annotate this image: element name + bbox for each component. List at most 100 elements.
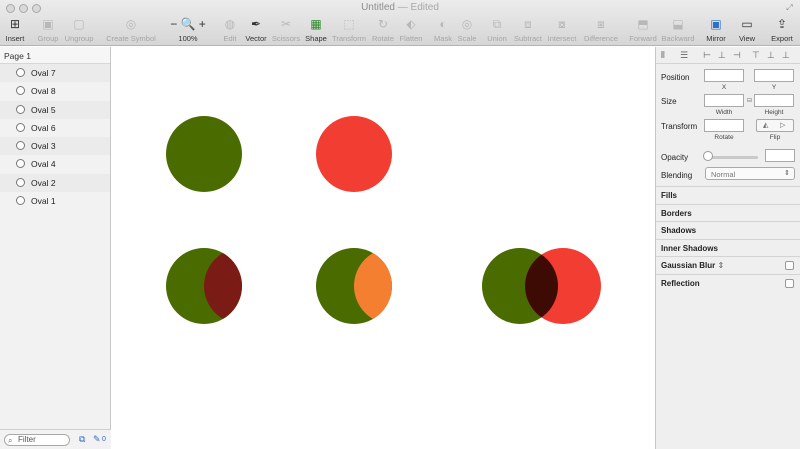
- toolbar-ungroup-button[interactable]: ▢ Ungroup: [54, 17, 104, 45]
- layer-row[interactable]: Oval 3: [0, 137, 110, 156]
- oval-layer-icon: [16, 196, 25, 206]
- oval-layer-icon: [16, 177, 25, 187]
- opacity-label: Opacity: [661, 153, 689, 162]
- x-input[interactable]: [704, 69, 744, 82]
- section-gaussian-blur[interactable]: Gaussian Blur ⇕: [656, 256, 800, 274]
- ungroup-icon: ▢: [73, 17, 85, 31]
- width-input[interactable]: [704, 94, 744, 107]
- blur-type-arrow-icon[interactable]: ⇕: [715, 261, 724, 270]
- section-enable-checkbox[interactable]: [785, 279, 794, 288]
- layer-list: Oval 7 Oval 8 Oval 5 Oval 6 Oval 3 Oval 4 Oval…: [0, 64, 110, 211]
- x-label: X: [721, 84, 727, 91]
- oval-layer-icon: [16, 68, 25, 77]
- section-fills[interactable]: Fills: [656, 186, 800, 204]
- layer-name: Oval 2: [31, 177, 56, 188]
- toolbar-label: Ungroup: [64, 34, 94, 43]
- sketch-window: Untitled — Edited ⤢ ⊞ Insert ▣ Group ▢ Ungrou…: [0, 0, 800, 449]
- layer-name: Oval 6: [31, 122, 56, 133]
- canvas[interactable]: [112, 47, 655, 449]
- layer-row[interactable]: Oval 2: [0, 173, 110, 193]
- blending-select[interactable]: Normal ⇕: [705, 167, 795, 180]
- toolbar-export-button[interactable]: ⇪ Export: [757, 17, 800, 45]
- oval-red-top[interactable]: [316, 116, 392, 192]
- section-title: Borders: [661, 209, 692, 218]
- blending-value: Normal: [711, 170, 736, 179]
- align-right-icon[interactable]: ⊣: [733, 50, 741, 61]
- section-borders[interactable]: Borders: [656, 204, 800, 222]
- filter-input[interactable]: ⌕ Filter: [4, 434, 70, 446]
- y-label: Y: [771, 84, 777, 91]
- add-page-icon[interactable]: ⧉: [79, 434, 85, 445]
- oval-layer-icon: [16, 86, 25, 96]
- search-icon: ⌕: [8, 436, 13, 445]
- section-title: Inner Shadows: [661, 244, 718, 253]
- y-input[interactable]: [754, 69, 794, 82]
- layer-row[interactable]: Oval 5: [0, 100, 110, 119]
- toolbar-create-symbol-button[interactable]: ◎ Create Symbol: [106, 17, 156, 45]
- flip-horizontal-icon[interactable]: ◭: [763, 121, 768, 129]
- layer-name: Oval 1: [31, 196, 56, 207]
- position-label: Position: [661, 73, 690, 82]
- flip-label: Flip: [769, 134, 781, 141]
- align-top-icon[interactable]: ⊤: [752, 50, 760, 61]
- layer-row[interactable]: Oval 6: [0, 118, 110, 138]
- align-left-icon[interactable]: ⊢: [703, 50, 711, 61]
- fullscreen-icon[interactable]: ⤢: [785, 3, 794, 12]
- width-label: Width: [715, 109, 733, 116]
- overlap-orange[interactable]: [354, 248, 430, 324]
- filter-placeholder: Filter: [18, 435, 36, 444]
- section-title: Shadows: [661, 226, 697, 235]
- oval-layer-icon: [16, 141, 25, 151]
- oval-layer-icon: [16, 159, 25, 169]
- layers-panel: Page 1 Oval 7 Oval 8 Oval 5 Oval 6 Oval 3 Ova…: [0, 47, 111, 449]
- layer-row[interactable]: Oval 4: [0, 155, 110, 174]
- section-shadows[interactable]: Shadows: [656, 221, 800, 239]
- section-reflection[interactable]: Reflection: [656, 274, 800, 292]
- page-selector[interactable]: Page 1: [0, 47, 110, 64]
- align-center-icon[interactable]: ⊥: [718, 50, 726, 61]
- oval-green-top[interactable]: [166, 116, 242, 192]
- layer-row[interactable]: Oval 8: [0, 82, 110, 101]
- section-title: Fills: [661, 191, 678, 200]
- edited-layers-count: 0: [102, 436, 106, 443]
- lock-ratio-icon[interactable]: ⊟: [747, 97, 752, 104]
- transform-label: Transform: [661, 122, 698, 131]
- alignment-bar: ⫴ ☰ ⊢ ⊥ ⊣ ⊤ ⊥ ⊥: [656, 47, 800, 64]
- layer-name: Oval 4: [31, 159, 56, 170]
- align-middle-icon[interactable]: ⊥: [767, 50, 775, 61]
- flip-buttons: ◭ ▷: [756, 119, 794, 132]
- blending-label: Blending: [661, 171, 693, 180]
- window-title: Untitled — Edited: [0, 2, 800, 13]
- section-enable-checkbox[interactable]: [785, 261, 794, 270]
- edited-layers-icon[interactable]: ✎: [93, 434, 101, 445]
- artboard-drawing: [166, 116, 601, 324]
- layer-row[interactable]: Oval 7: [0, 64, 110, 83]
- overlap-dark-red[interactable]: [204, 248, 280, 324]
- section-inner-shadows[interactable]: Inner Shadows: [656, 239, 800, 257]
- oval-layer-icon: [16, 104, 25, 114]
- rotate-input[interactable]: [704, 119, 744, 132]
- export-icon: ⇪: [776, 17, 788, 31]
- layer-name: Oval 5: [31, 104, 56, 115]
- opacity-slider-knob[interactable]: [703, 151, 713, 161]
- layer-name: Oval 8: [31, 86, 56, 97]
- align-bottom-icon[interactable]: ⊥: [782, 50, 790, 61]
- layer-row[interactable]: Oval 1: [0, 192, 110, 211]
- updown-arrow-icon: ⇕: [784, 170, 790, 177]
- opacity-input[interactable]: [765, 149, 795, 162]
- oval-layer-icon: [16, 122, 25, 132]
- inspector-panel: ⫴ ☰ ⊢ ⊥ ⊣ ⊤ ⊥ ⊥ Position X Y Size ⊟ Widt…: [655, 47, 800, 449]
- opacity-slider[interactable]: [706, 156, 758, 159]
- distribute-vertical-icon[interactable]: ☰: [680, 50, 688, 61]
- height-input[interactable]: [754, 94, 794, 107]
- size-label: Size: [661, 97, 677, 106]
- height-label: Height: [764, 109, 784, 116]
- document-name: Untitled: [361, 2, 395, 13]
- toolbar-label: Create Symbol: [106, 34, 156, 43]
- layer-name: Oval 7: [31, 68, 56, 78]
- section-title: Reflection: [661, 279, 700, 288]
- distribute-horizontal-icon[interactable]: ⫴: [661, 50, 665, 61]
- flip-vertical-icon[interactable]: ▷: [780, 121, 785, 129]
- symbol-icon: ◎: [125, 17, 137, 31]
- layers-footer: ⌕ Filter ⧉ ✎ 0: [0, 429, 111, 449]
